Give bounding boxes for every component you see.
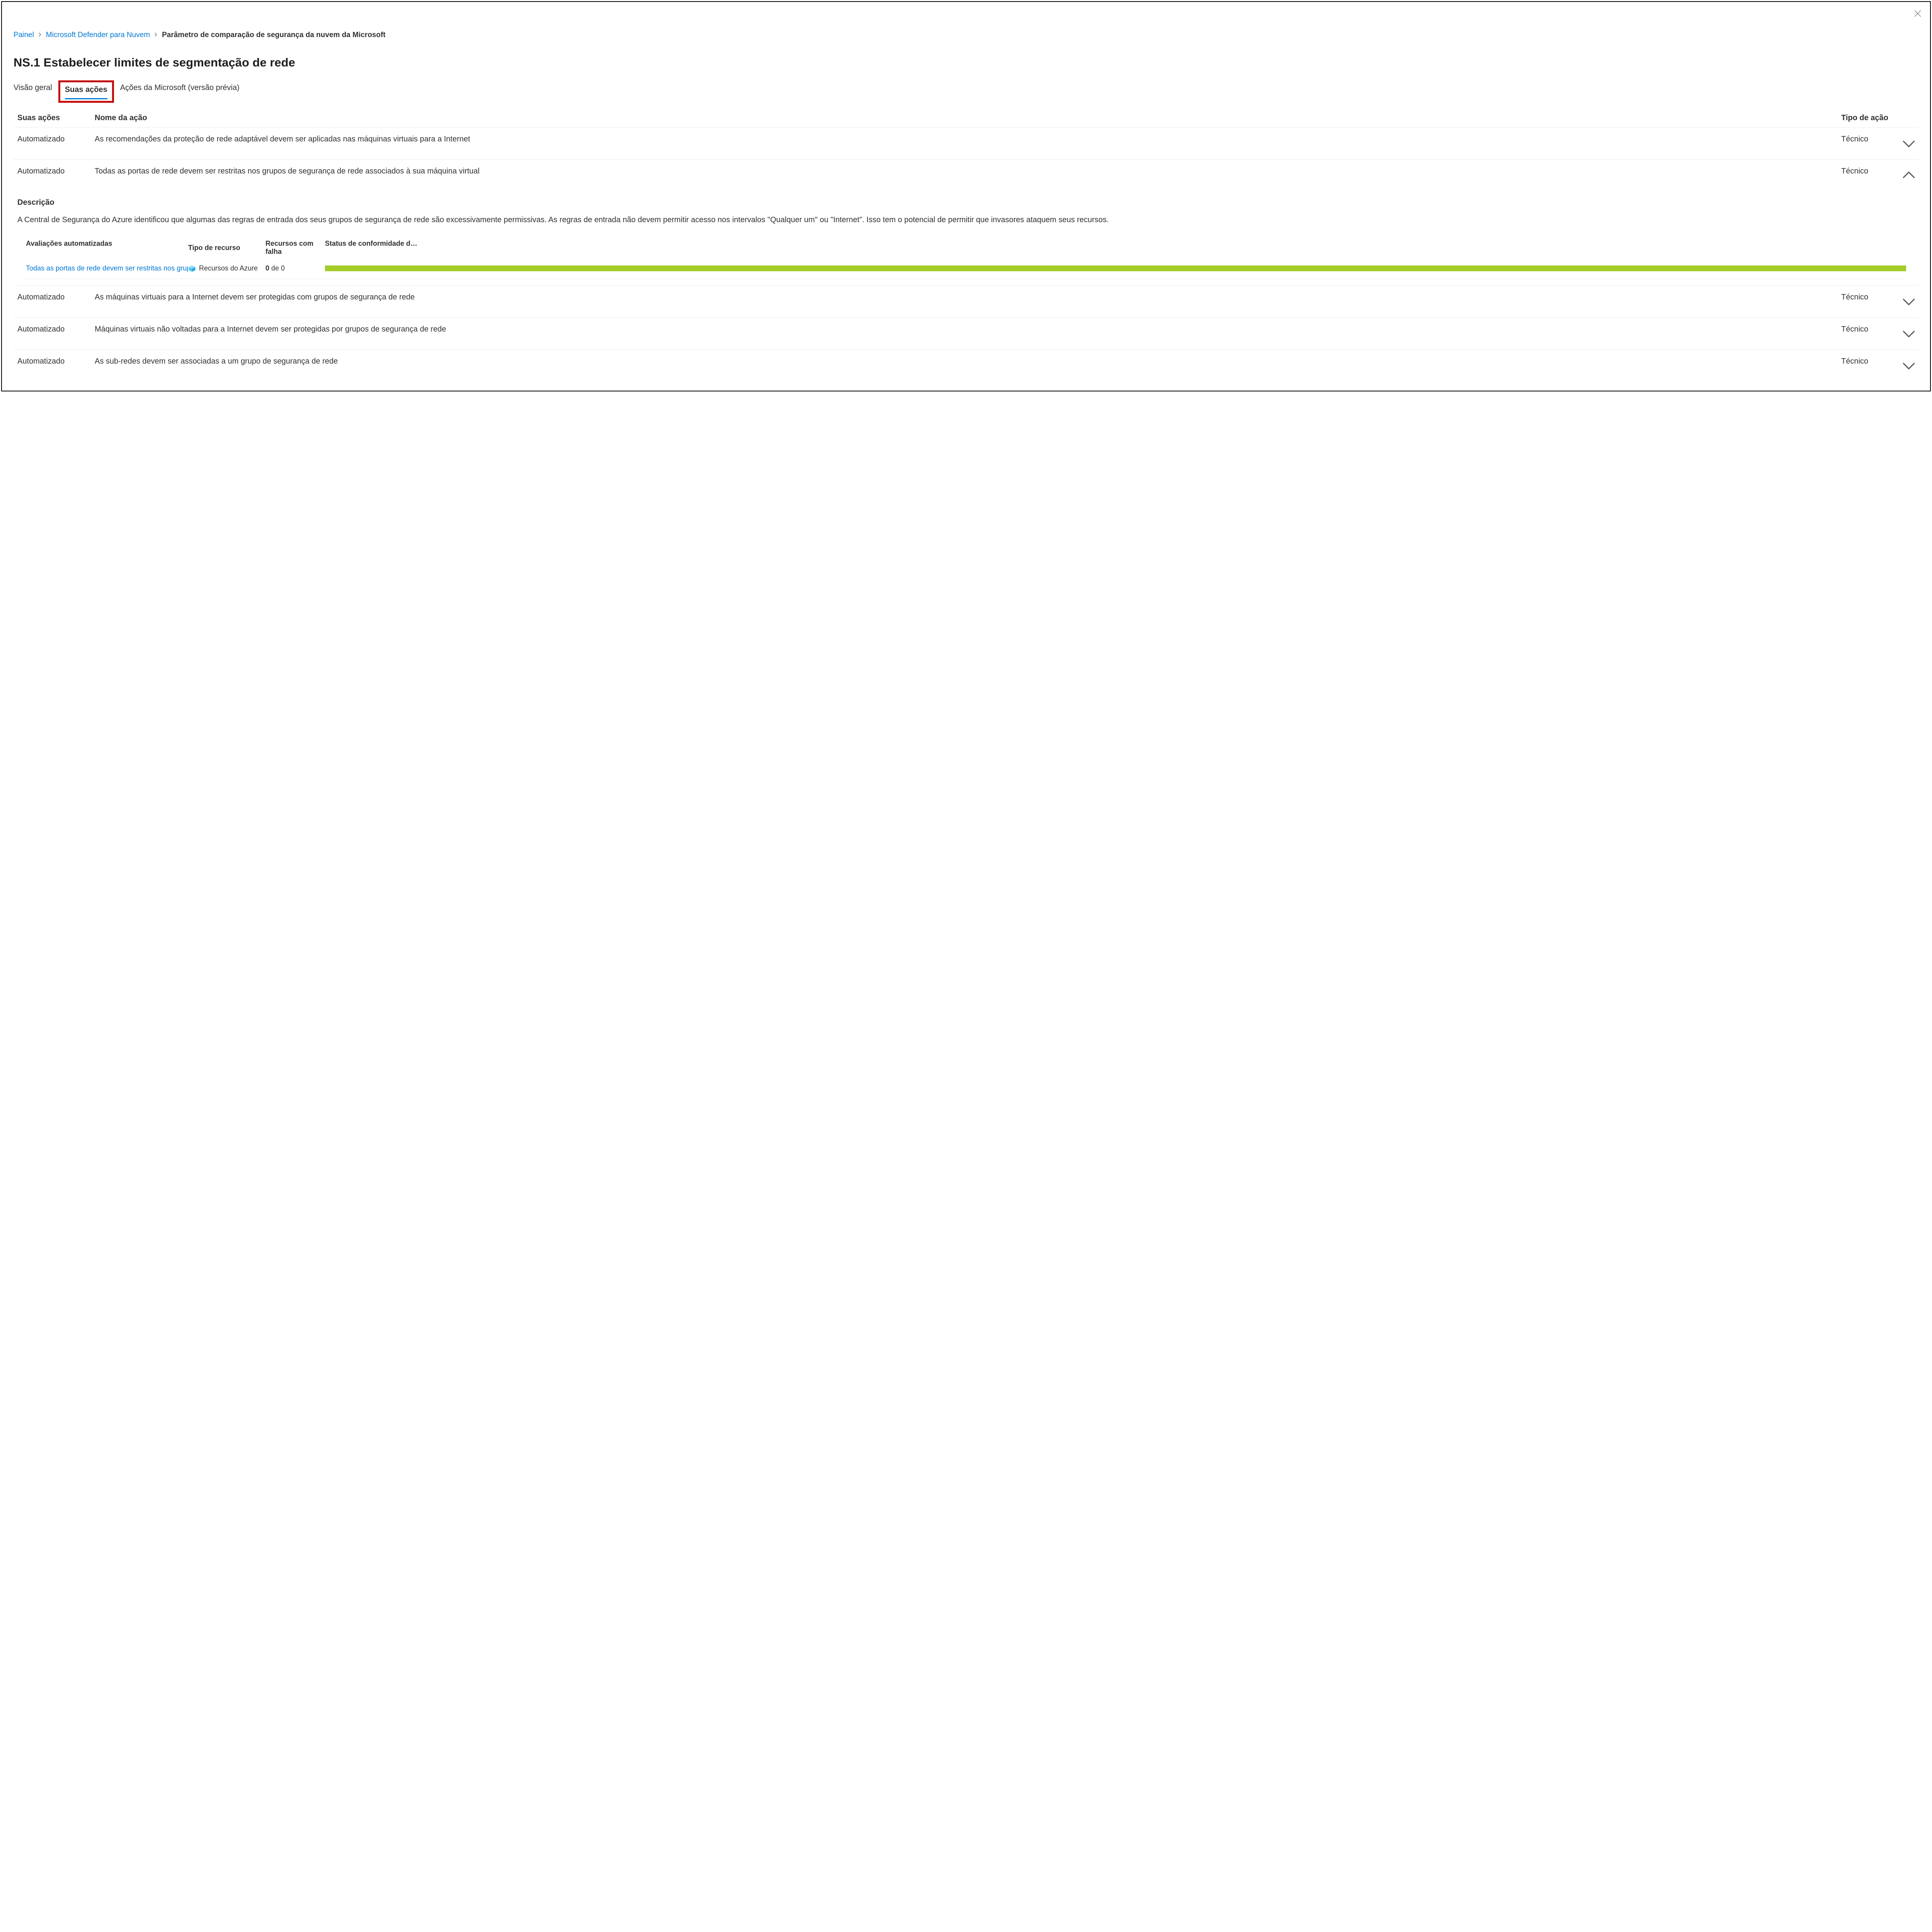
assessment-failed: 0 de 0 [265,264,325,272]
table-row[interactable]: Automatizado As máquinas virtuais para a… [14,285,1918,318]
assessment-header: Avaliações automatizadas Tipo de recurso… [26,240,1906,261]
row-type: Técnico [1841,166,1899,177]
assessment-status-bar [325,265,1906,271]
row-type: Técnico [1841,292,1899,303]
table-row[interactable]: Automatizado Todas as portas de rede dev… [14,160,1918,191]
assess-col-resource: Tipo de recurso [188,240,265,256]
highlight-your-actions: Suas ações [58,80,114,103]
row-type: Técnico [1841,356,1899,367]
row-category: Automatizado [17,292,95,303]
assess-col-failed: Recursos com falha [265,240,325,256]
table-header: Suas ações Nome da ação Tipo de ação [14,111,1918,128]
assessment-row[interactable]: Todas as portas de rede devem ser restri… [26,261,1906,279]
chevron-up-icon[interactable] [1899,166,1918,185]
chevron-down-icon[interactable] [1899,356,1918,375]
assessment-resource-label: Recursos do Azure [199,264,258,272]
assess-col-status: Status de conformidade d… [325,240,1906,256]
description-heading: Descrição [17,198,1915,207]
col-your-actions: Suas ações [17,114,95,122]
tab-overview[interactable]: Visão geral [14,83,52,103]
row-category: Automatizado [17,356,95,367]
table-row[interactable]: Automatizado As recomendações da proteçã… [14,128,1918,160]
breadcrumb: Painel Microsoft Defender para Nuvem Par… [14,31,1918,39]
row-category: Automatizado [17,166,95,177]
row-name: Todas as portas de rede devem ser restri… [95,166,1841,177]
azure-resource-icon [188,265,196,272]
breadcrumb-link-defender[interactable]: Microsoft Defender para Nuvem [46,31,150,39]
breadcrumb-current: Parâmetro de comparação de segurança da … [162,31,386,39]
table-row[interactable]: Automatizado Máquinas virtuais não volta… [14,318,1918,350]
col-action-type: Tipo de ação [1841,114,1899,122]
assess-col-auto: Avaliações automatizadas [26,240,188,256]
expanded-detail: Descrição A Central de Segurança do Azur… [14,191,1918,279]
row-name: As máquinas virtuais para a Internet dev… [95,292,1841,303]
page-title: NS.1 Estabelecer limites de segmentação … [14,56,1918,70]
row-name: Máquinas virtuais não voltadas para a In… [95,324,1841,335]
chevron-down-icon[interactable] [1899,324,1918,343]
breadcrumb-link-painel[interactable]: Painel [14,31,34,39]
chevron-right-icon [154,32,158,39]
row-type: Técnico [1841,324,1899,335]
tab-your-actions[interactable]: Suas ações [65,85,107,99]
assessment-resource: Recursos do Azure [188,264,265,272]
table-row[interactable]: Automatizado As sub-redes devem ser asso… [14,350,1918,381]
row-category: Automatizado [17,324,95,335]
col-action-name: Nome da ação [95,114,1841,122]
row-type: Técnico [1841,134,1899,145]
assessment-link[interactable]: Todas as portas de rede devem ser restri… [26,264,188,272]
row-name: As sub-redes devem ser associadas a um g… [95,356,1841,367]
tab-ms-actions[interactable]: Ações da Microsoft (versão prévia) [120,83,240,103]
chevron-right-icon [38,32,42,39]
chevron-down-icon[interactable] [1899,134,1918,153]
row-category: Automatizado [17,134,95,145]
chevron-down-icon[interactable] [1899,292,1918,311]
row-name: As recomendações da proteção de rede ada… [95,134,1841,145]
close-icon[interactable] [1913,9,1922,20]
tabs: Visão geral Suas ações Ações da Microsof… [14,83,1918,103]
description-text: A Central de Segurança do Azure identifi… [17,214,1915,226]
